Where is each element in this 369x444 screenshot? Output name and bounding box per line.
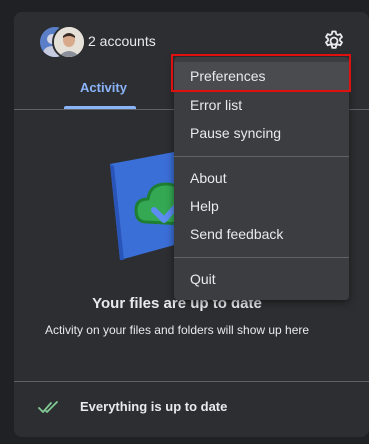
- settings-menu: Preferences Error list Pause syncing Abo…: [174, 57, 349, 300]
- sync-status-bar: Everything is up to date: [14, 382, 369, 437]
- sync-status-label: Everything is up to date: [80, 399, 228, 414]
- menu-item-about[interactable]: About: [174, 164, 349, 192]
- menu-item-label: Pause syncing: [190, 125, 282, 141]
- menu-item-label: Send feedback: [190, 226, 284, 242]
- menu-item-send-feedback[interactable]: Send feedback: [174, 220, 349, 248]
- menu-separator: [174, 257, 349, 258]
- double-check-icon: [38, 399, 60, 417]
- tab-activity[interactable]: Activity: [80, 80, 127, 95]
- status-subtitle: Activity on your files and folders will …: [44, 323, 310, 337]
- menu-item-quit[interactable]: Quit: [174, 265, 349, 293]
- account-avatars[interactable]: [38, 25, 86, 59]
- menu-item-error-list[interactable]: Error list: [174, 91, 349, 119]
- menu-item-label: Help: [190, 198, 219, 214]
- menu-item-help[interactable]: Help: [174, 192, 349, 220]
- gear-icon[interactable]: [322, 29, 346, 53]
- accounts-label[interactable]: 2 accounts: [88, 33, 156, 49]
- menu-item-label: Error list: [190, 97, 243, 113]
- menu-item-pause-syncing[interactable]: Pause syncing: [174, 119, 349, 147]
- menu-separator: [174, 156, 349, 157]
- menu-item-label: Quit: [190, 271, 216, 287]
- menu-item-label: Preferences: [190, 68, 266, 84]
- menu-item-preferences[interactable]: Preferences: [174, 62, 349, 90]
- menu-item-label: About: [190, 170, 227, 186]
- avatar: [52, 25, 86, 59]
